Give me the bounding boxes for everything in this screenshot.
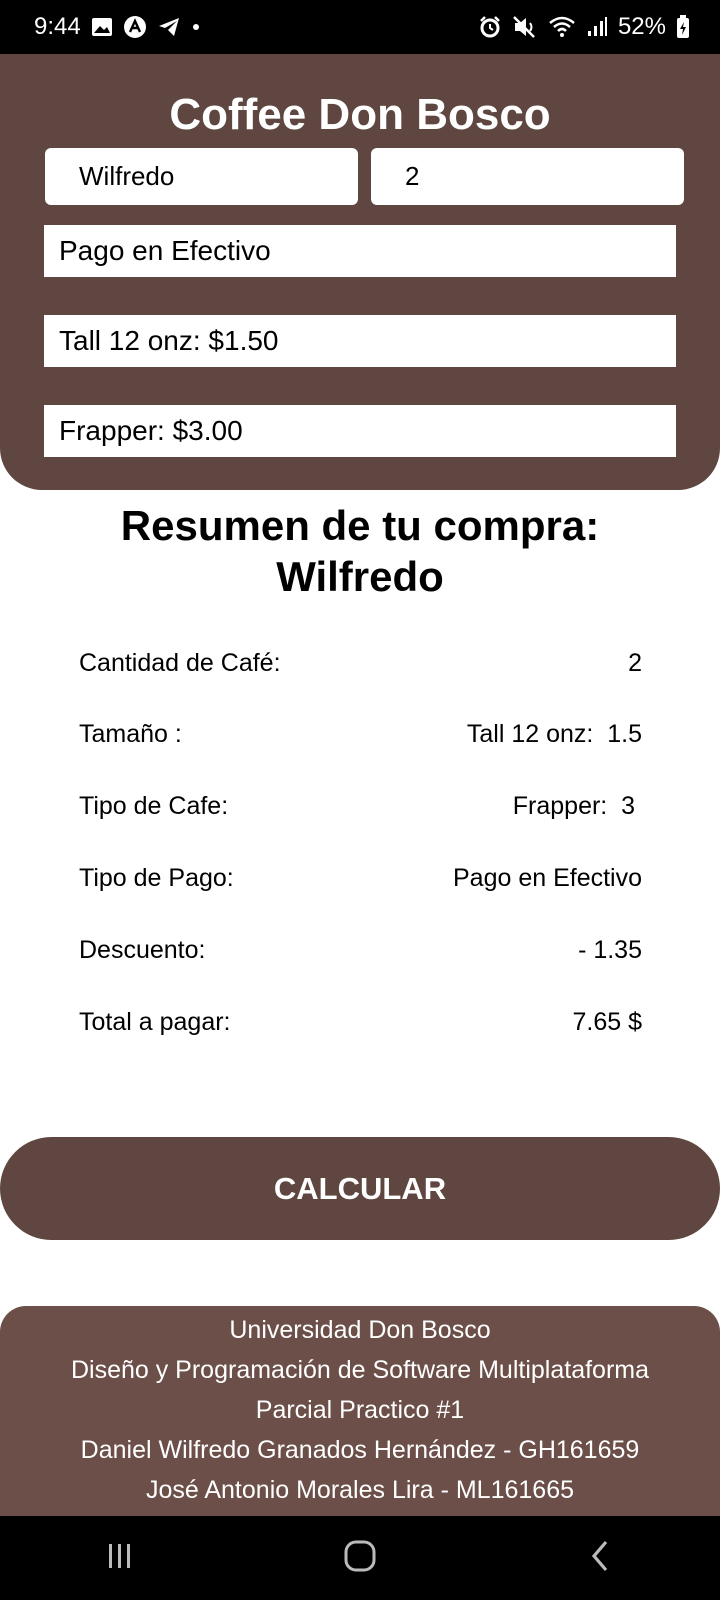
battery-icon [676, 15, 690, 39]
size-select[interactable]: Tall 12 onz: $1.50 [44, 315, 676, 367]
summary-value: Tall 12 onz: 1.5 [466, 719, 642, 748]
footer-university: Universidad Don Bosco [229, 1316, 491, 1344]
calculate-button[interactable]: CALCULAR [0, 1137, 720, 1240]
summary-value: Pago en Efectivo [452, 863, 642, 892]
battery-percent: 52% [617, 13, 666, 40]
summary-value: Frapper: 3 [512, 791, 642, 820]
navigation-bar [0, 1516, 720, 1600]
summary-value: - 1.35 [578, 935, 642, 964]
summary-label: Tipo de Cafe: [79, 791, 229, 820]
summary-row-coffee-type: Tipo de Cafe: Frapper: 3 [79, 790, 642, 822]
quantity-input[interactable]: 2 [371, 148, 684, 205]
status-bar-right: 52% [478, 13, 690, 41]
footer-author-1: Daniel Wilfredo Granados Hernández - GH1… [80, 1436, 640, 1464]
footer-course: Diseño y Programación de Software Multip… [70, 1356, 650, 1384]
coffee-type-select[interactable]: Frapper: $3.00 [44, 405, 676, 457]
summary-row-quantity: Cantidad de Café: 2 [79, 647, 642, 679]
status-bar: 9:44 52% [0, 0, 720, 54]
summary-value: 2 [628, 648, 642, 677]
gallery-icon [91, 17, 113, 37]
home-button[interactable] [320, 1528, 400, 1588]
dot-icon [191, 22, 201, 32]
signal-icon [586, 16, 608, 38]
app-title: Coffee Don Bosco [169, 90, 551, 139]
summary-row-total: Total a pagar: 7.65 $ [79, 1006, 642, 1038]
summary-row-discount: Descuento: - 1.35 [79, 934, 642, 966]
summary-label: Total a pagar: [79, 1007, 231, 1036]
name-input[interactable]: Wilfredo [45, 148, 358, 205]
mute-icon [512, 15, 538, 39]
footer-assignment: Parcial Practico #1 [255, 1396, 465, 1424]
wifi-icon [548, 15, 576, 39]
telegram-icon [157, 16, 181, 38]
back-icon [588, 1539, 612, 1578]
footer-author-2: José Antonio Morales Lira - ML161665 [145, 1476, 575, 1504]
app-a-icon [123, 15, 147, 39]
home-icon [343, 1539, 377, 1578]
footer: Universidad Don Bosco Diseño y Programac… [0, 1306, 720, 1516]
recent-apps-icon [105, 1541, 135, 1576]
summary-label: Cantidad de Café: [79, 648, 281, 677]
summary-label: Descuento: [79, 935, 206, 964]
back-button[interactable] [560, 1528, 640, 1588]
recent-apps-button[interactable] [80, 1528, 160, 1588]
header-card: Coffee Don Bosco Wilfredo 2 Pago en Efec… [0, 54, 720, 490]
summary-title-line1: Resumen de tu compra: [120, 502, 600, 549]
summary-row-size: Tamaño : Tall 12 onz: 1.5 [79, 718, 642, 750]
payment-type-select[interactable]: Pago en Efectivo [44, 225, 676, 277]
summary-customer-name: Wilfredo [276, 553, 444, 600]
summary-label: Tipo de Pago: [79, 863, 234, 892]
summary-row-payment-type: Tipo de Pago: Pago en Efectivo [79, 862, 642, 894]
summary-value: 7.65 $ [572, 1007, 642, 1036]
summary-label: Tamaño : [79, 719, 182, 748]
summary-title: Resumen de tu compra: Wilfredo [0, 500, 720, 602]
status-bar-left: 9:44 [34, 13, 201, 41]
status-time: 9:44 [34, 13, 81, 40]
alarm-icon [478, 15, 502, 39]
